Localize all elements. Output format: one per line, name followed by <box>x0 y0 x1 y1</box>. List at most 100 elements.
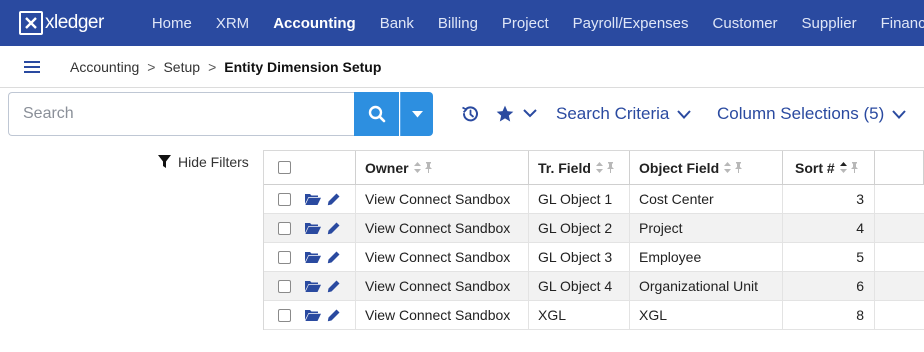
column-header-label: Tr. Field <box>538 159 591 176</box>
sort-icon <box>724 162 732 173</box>
cell-tr-field: GL Object 3 <box>529 243 630 271</box>
row-select-cell <box>264 301 356 329</box>
cell-tr-field: GL Object 2 <box>529 214 630 242</box>
history-icon[interactable] <box>460 104 480 124</box>
row-select-cell <box>264 214 356 242</box>
sort-pin-icons[interactable] <box>595 162 615 173</box>
column-header-sort[interactable]: Sort # <box>783 151 875 184</box>
column-header-object-field[interactable]: Object Field <box>630 151 783 184</box>
nav-item-customer[interactable]: Customer <box>701 15 790 32</box>
row-checkbox[interactable] <box>278 192 291 206</box>
breadcrumb-bar: Accounting > Setup > Entity Dimension Se… <box>0 46 924 88</box>
column-header-label: Object Field <box>639 159 720 176</box>
edit-pencil-icon[interactable] <box>327 222 340 235</box>
nav-item-project[interactable]: Project <box>490 15 561 32</box>
pin-icon <box>424 162 432 173</box>
nav-item-billing[interactable]: Billing <box>426 15 490 32</box>
sort-pin-icons[interactable] <box>839 162 859 173</box>
xledger-logo[interactable]: xledger <box>19 0 104 46</box>
sort-icon <box>595 162 603 173</box>
chevron-down-icon <box>677 109 692 119</box>
row-checkbox[interactable] <box>278 221 291 235</box>
search-criteria-button[interactable]: Search Criteria <box>556 104 692 124</box>
column-header-tr-field[interactable]: Tr. Field <box>529 151 630 184</box>
edit-pencil-icon[interactable] <box>327 280 340 293</box>
table-row[interactable]: View Connect Sandbox GL Object 4 Organiz… <box>264 272 924 301</box>
nav-item-financial[interactable]: Financia <box>869 15 924 32</box>
chevron-down-icon[interactable] <box>523 108 537 118</box>
hamburger-menu-icon[interactable] <box>24 60 40 73</box>
pin-icon <box>735 162 743 173</box>
sort-icon <box>413 162 421 173</box>
cell-tr-field: GL Object 1 <box>529 185 630 213</box>
search-button[interactable] <box>354 92 399 136</box>
column-header-label: Sort # <box>795 159 835 176</box>
column-selections-button[interactable]: Column Selections (5) <box>717 104 906 124</box>
edit-pencil-icon[interactable] <box>327 193 340 206</box>
cell-filler <box>875 272 924 300</box>
filter-icon <box>158 155 171 168</box>
row-select-cell <box>264 185 356 213</box>
table-row[interactable]: View Connect Sandbox XGL XGL 8 <box>264 301 924 330</box>
cell-filler <box>875 214 924 242</box>
chevron-down-icon <box>892 109 906 119</box>
nav-item-xrm[interactable]: XRM <box>204 15 261 32</box>
breadcrumb-item-accounting[interactable]: Accounting <box>70 59 139 75</box>
logo-x-icon <box>19 11 43 35</box>
sort-ascending-icon <box>839 162 847 173</box>
row-checkbox[interactable] <box>278 308 291 322</box>
breadcrumb-separator: > <box>208 58 217 75</box>
cell-filler <box>875 243 924 271</box>
column-header-owner[interactable]: Owner <box>356 151 529 184</box>
select-all-checkbox[interactable] <box>278 161 291 174</box>
cell-owner: View Connect Sandbox <box>356 243 529 271</box>
cell-sort: 4 <box>783 214 875 242</box>
cell-object-field: Cost Center <box>630 185 783 213</box>
hide-filters-button[interactable]: Hide Filters <box>158 154 249 170</box>
cell-sort: 5 <box>783 243 875 271</box>
hide-filters-label: Hide Filters <box>178 154 249 170</box>
breadcrumb-item-setup[interactable]: Setup <box>163 59 200 75</box>
folder-open-icon[interactable] <box>305 280 321 292</box>
folder-open-icon[interactable] <box>305 251 321 263</box>
edit-pencil-icon[interactable] <box>327 251 340 264</box>
search-input[interactable] <box>8 92 354 136</box>
sort-pin-icons[interactable] <box>724 162 743 173</box>
table-row[interactable]: View Connect Sandbox GL Object 2 Project… <box>264 214 924 243</box>
breadcrumb-separator: > <box>147 58 156 75</box>
folder-open-icon[interactable] <box>305 193 321 205</box>
row-checkbox[interactable] <box>278 279 291 293</box>
table-header-row: Owner Tr. Field Object Field Sort # <box>264 150 924 185</box>
table-row[interactable]: View Connect Sandbox GL Object 3 Employe… <box>264 243 924 272</box>
cell-owner: View Connect Sandbox <box>356 185 529 213</box>
cell-filler <box>875 185 924 213</box>
nav-item-payroll-expenses[interactable]: Payroll/Expenses <box>561 15 701 32</box>
nav-item-bank[interactable]: Bank <box>368 15 426 32</box>
row-select-cell <box>264 272 356 300</box>
entity-dimension-table: Owner Tr. Field Object Field Sort # View… <box>263 150 924 330</box>
caret-down-icon <box>411 110 423 117</box>
row-checkbox[interactable] <box>278 250 291 264</box>
select-all-cell <box>264 151 356 184</box>
cell-owner: View Connect Sandbox <box>356 272 529 300</box>
favorites-star-icon[interactable] <box>495 104 515 124</box>
nav-item-accounting[interactable]: Accounting <box>261 15 368 32</box>
cell-object-field: Organizational Unit <box>630 272 783 300</box>
cell-filler <box>875 301 924 329</box>
nav-item-home[interactable]: Home <box>140 15 204 32</box>
cell-sort: 3 <box>783 185 875 213</box>
breadcrumb: Accounting > Setup > Entity Dimension Se… <box>70 59 381 75</box>
edit-pencil-icon[interactable] <box>327 309 340 322</box>
cell-object-field: Project <box>630 214 783 242</box>
sort-pin-icons[interactable] <box>413 162 433 173</box>
search-options-dropdown[interactable] <box>400 92 433 136</box>
cell-object-field: Employee <box>630 243 783 271</box>
pin-icon <box>606 162 614 173</box>
folder-open-icon[interactable] <box>305 222 321 234</box>
column-header-filler <box>875 151 924 184</box>
table-row[interactable]: View Connect Sandbox GL Object 1 Cost Ce… <box>264 185 924 214</box>
folder-open-icon[interactable] <box>305 309 321 321</box>
cell-sort: 8 <box>783 301 875 329</box>
nav-item-supplier[interactable]: Supplier <box>790 15 869 32</box>
cell-object-field: XGL <box>630 301 783 329</box>
